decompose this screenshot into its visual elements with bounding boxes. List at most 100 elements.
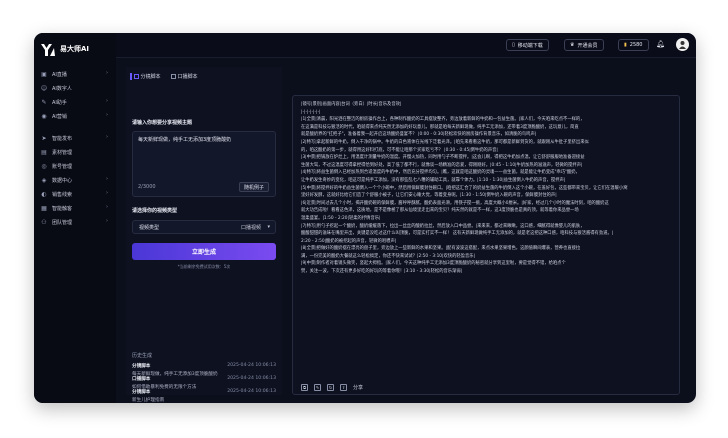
- chevron-right-icon: ›: [106, 134, 108, 140]
- chevron-right-icon: ›: [106, 70, 108, 76]
- material-icon: ▤: [41, 148, 47, 156]
- script-line: 2:20 - 2:50|酸奶的被挖起的声音，轻微的咀嚼声|: [301, 238, 397, 244]
- live-icon: ▣: [41, 70, 47, 78]
- script-line: |6|近景|时间过去几个小时，揭开酸奶碗的保鲜膜，酱呼呼酥腻，酸奶表面光滑，用筷…: [301, 200, 609, 206]
- history-item-date: 2025-04-24 10:06:13: [227, 363, 276, 368]
- ai-writing-icon: ✎: [41, 98, 47, 106]
- user-avatar-icon: [679, 41, 686, 49]
- sidebar-item-ai-live[interactable]: ▣ AI直播 ›: [34, 67, 116, 81]
- logo-icon: [40, 42, 56, 56]
- tab-voiceover-script[interactable]: 口播脚本: [170, 73, 198, 80]
- script-line: 就是酸奶界的"扛把子"，准备着我一起开启这场酸奶盛宴不？ |0:00 - 0:3…: [301, 132, 537, 138]
- sidebar-item-material[interactable]: ▤ 素材管理: [34, 145, 116, 159]
- generate-button[interactable]: 立即生成: [132, 243, 276, 260]
- video-type-placeholder: 视频类型: [139, 225, 160, 231]
- script-line: |镜号|景别|画面内容|台词（旁白）|时长|音乐及音效|: [301, 102, 402, 107]
- history-item[interactable]: 口播脚本 2025-04-24 10:06:13 如何借助暴利免费的无限个方法: [132, 376, 276, 390]
- sidebar-item-ai-assistant[interactable]: ✎ AI助手 ›: [34, 95, 116, 109]
- active-tab-indicator: [130, 73, 132, 80]
- char-counter: 2/3000: [138, 184, 156, 190]
- bell-icon[interactable]: 🔔︎: [656, 40, 665, 48]
- sidebar-item-smart-publish[interactable]: ➤ 智能发布 ›: [34, 131, 116, 145]
- sidebar-item-data-center[interactable]: ◈ 数据中心 ›: [34, 173, 116, 187]
- nav-divider: [34, 123, 116, 131]
- topic-input[interactable]: 每天新鲜现做，纯手工无添加3度顶脆酸奶 2/3000 随机例子: [132, 131, 276, 197]
- script-line: 酸酸甜甜的滋味在嘴里开出，关键是没吃过这什么叫顶脆，可是实打实不一样！ 这有天新…: [301, 231, 614, 237]
- script-line: |1|全景|清晨，阳光洒在整洁的厨房操作台上，各种制作酸奶的工具摆放整齐，旁边放…: [301, 117, 585, 123]
- sidebar-item-label: 素材管理: [52, 149, 73, 156]
- app-logo[interactable]: 易大师AI: [40, 42, 89, 56]
- sidebar-item-label: AI数字人: [52, 85, 72, 92]
- script-line: 让牛奶发生奇妙的变化，咱这可是纯手工添加，没有那些乱七八糟的辅助工具，就靠个体力…: [301, 177, 566, 183]
- sidebar: 易大师AI ▣ AI直播 › ☺ AI数字人 ✎ AI助手 › ◉ AI营销 ›: [34, 33, 116, 403]
- sidebar-item-team[interactable]: ⚇ 团队管理 ›: [34, 215, 116, 229]
- script-line: |3|中景|把锅放在炉灶上，用温度计测量牛奶的温度。开慢火加热，同时用勺子不断搅…: [301, 155, 585, 161]
- history-item-date: 2025-04-24 10:06:13: [227, 389, 276, 394]
- history-item[interactable]: 分镜脚本 2025-04-24 10:06:13 新生儿护理指南: [132, 389, 276, 403]
- script-line: |4|特写|将益生菌倒入已经加热到合适温度的牛奶中，然后充分搅拌均匀。|瞧，这就…: [301, 170, 580, 176]
- smart-screen-icon: ▦: [41, 204, 47, 212]
- sidebar-item-label: AI营销: [52, 113, 67, 120]
- script-line: 就大功告成啦！看看这色泽，这质地，是不是像極了那从仙境里走出来的宝贝？纯天然的就…: [301, 208, 579, 214]
- mobile-download-button[interactable]: ▯ 移动端下载: [506, 39, 549, 51]
- script-output-text[interactable]: |镜号|景别|画面内容|台词（旁白）|时长|音乐及音效| |-|-|-|-|-|-…: [301, 101, 671, 276]
- sidebar-item-ai-marketing[interactable]: ◉ AI营销 ›: [34, 109, 116, 123]
- script-output-panel: |镜号|景别|画面内容|台词（旁白）|时长|音乐及音效| |-|-|-|-|-|-…: [292, 95, 680, 395]
- video-type-label: 请选择你的视频类型: [132, 208, 178, 214]
- output-toolbar: ⧉ ✎ ↻ ⇪ 分享: [301, 384, 363, 391]
- crown-icon: ♛: [570, 42, 575, 48]
- digital-human-icon: ☺: [40, 84, 48, 92]
- checkbox-icon: [170, 74, 176, 79]
- open-vip-button[interactable]: ♛ 开通会员: [564, 39, 604, 51]
- script-line: |2|特写|拿起新鲜的牛奶，倒入干净的锅中。牛奶的白色液体在光线下泛着光泽。|咱…: [301, 139, 589, 145]
- top-bar: ▯ 移动端下载 ♛ 开通会员 ▮ 2580 🔔︎: [116, 33, 696, 58]
- chevron-right-icon: ›: [106, 98, 108, 104]
- copy-icon[interactable]: ⧉: [301, 384, 308, 391]
- topic-input-value: 每天新鲜现做，纯手工无添加3度顶脆酸奶: [138, 137, 232, 143]
- chevron-right-icon: ›: [106, 190, 108, 196]
- script-line: |9|中景|制作者对着镜头微笑，竖起大拇指。|家人们，今天这种纯手工无添加3度顶…: [301, 261, 566, 267]
- sidebar-item-label: 账号管理: [52, 163, 73, 170]
- script-line: 在这满是科技与狠活的时代，咱就得来点纯天然无添加的好玩意儿，那就是咱每天新鲜现做…: [301, 124, 579, 130]
- refresh-icon[interactable]: ↻: [327, 384, 334, 391]
- sidebar-item-digital-human[interactable]: ☺ AI数字人: [34, 81, 116, 95]
- avatar[interactable]: [676, 38, 689, 51]
- script-type-tabs: 分镜脚本 口播脚本: [130, 73, 198, 80]
- share-label[interactable]: 分享: [353, 384, 363, 391]
- team-icon: ⚇: [41, 218, 47, 226]
- history-title: 历史生成: [132, 353, 153, 359]
- chevron-right-icon: ›: [106, 176, 108, 182]
- app-window: 易大师AI ▣ AI直播 › ☺ AI数字人 ✎ AI助手 › ◉ AI营销 ›: [34, 33, 696, 403]
- sidebar-item-label: 销售线索: [52, 191, 73, 198]
- sidebar-nav: ▣ AI直播 › ☺ AI数字人 ✎ AI助手 › ◉ AI营销 › ➤ 智能发…: [34, 67, 116, 229]
- sidebar-item-smart-reach[interactable]: ▦ 智能触客 ›: [34, 201, 116, 215]
- checkbox-icon: [133, 74, 139, 79]
- sidebar-item-label: AI直播: [52, 71, 67, 78]
- data-center-icon: ◈: [41, 176, 47, 184]
- smart-publish-icon: ➤: [41, 134, 47, 142]
- video-type-select[interactable]: 视频类型 口播视频 ▾: [132, 220, 276, 234]
- sidebar-item-account[interactable]: ◎ 账号管理: [34, 159, 116, 173]
- tab-label: 分镜脚本: [140, 74, 161, 80]
- sidebar-item-sales-lead[interactable]: ◐ 销售线索 ›: [34, 187, 116, 201]
- sidebar-item-label: 团队管理: [52, 219, 73, 226]
- history-item[interactable]: 分镜脚本 2025-04-24 10:06:13 每天新鲜现做，纯手工无添加3度…: [132, 363, 276, 377]
- mobile-download-label: 移动端下载: [517, 42, 543, 49]
- script-form-panel: 分镜脚本 口播脚本 请输入你想要分享视频主题 每天新鲜现做，纯手工无添加3度顶脆…: [126, 67, 282, 403]
- coin-amount: 2580: [629, 42, 643, 48]
- script-line: 生菌大驾，不过这温度可得拿捏得恰到好处，高了低了都不行，就像谈一场精准的恋爱，得…: [301, 162, 583, 168]
- sidebar-item-label: 智能发布: [52, 135, 73, 142]
- random-example-button[interactable]: 随机例子: [238, 182, 269, 192]
- script-line: 满，一份完美的酸奶大餐就这么轻松搞定，你还不快来试试？|2:50 - 3:10|…: [301, 253, 476, 259]
- chevron-right-icon: ›: [106, 218, 108, 224]
- share-icon[interactable]: ⇪: [340, 384, 347, 391]
- account-icon: ◎: [41, 162, 47, 170]
- phone-icon: ▯: [512, 42, 515, 48]
- app-name: 易大师AI: [60, 45, 90, 53]
- coin-balance[interactable]: ▮ 2580: [618, 39, 649, 51]
- edit-icon[interactable]: ✎: [314, 384, 321, 391]
- tab-storyboard-script[interactable]: 分镜脚本: [130, 73, 161, 80]
- ai-marketing-icon: ◉: [41, 112, 47, 120]
- script-line: |5|中景|将搅拌好的牛奶益生菌倒入一个个小碗中，然后用保鲜膜封住碗口。|咱把这…: [301, 185, 628, 191]
- sidebar-item-label: AI助手: [52, 99, 67, 106]
